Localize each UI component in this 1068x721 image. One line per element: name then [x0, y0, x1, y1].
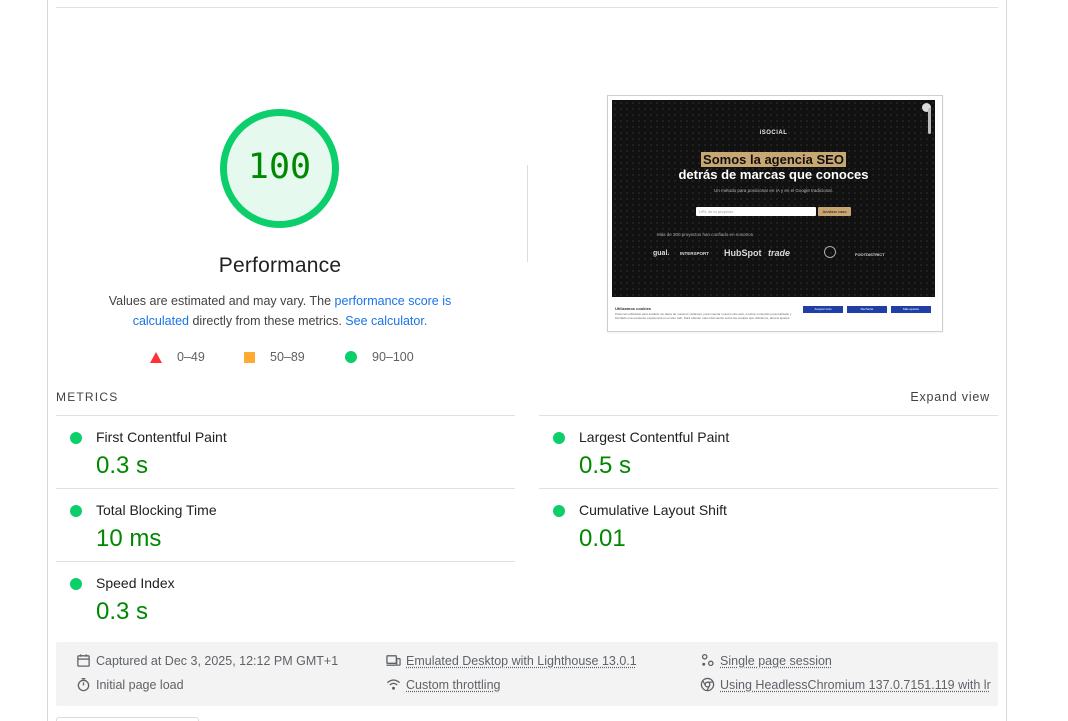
- metrics-heading: METRICS: [56, 390, 119, 404]
- initial-page-load: Initial page load: [76, 677, 184, 692]
- browser-version[interactable]: Using HeadlessChromium 137.0.7151.119 wi…: [700, 677, 991, 692]
- session-icon: [701, 653, 714, 667]
- brand-logo: HubSpot: [724, 248, 762, 258]
- metric-total-blocking-time: Total Blocking Time 10 ms: [56, 489, 496, 561]
- metric-value: 10 ms: [96, 525, 162, 552]
- trust-text: Más de 300 proyectos han confiado en nos…: [657, 232, 754, 237]
- brand-logo: gual.: [653, 250, 670, 257]
- cookie-accept-button: Aceptar todo: [803, 306, 843, 313]
- metric-name: First Contentful Paint: [96, 429, 227, 445]
- url-input: URL de tu proyecto: [696, 207, 816, 216]
- score-description: Values are estimated and may vary. The p…: [96, 291, 464, 331]
- fail-triangle-icon: [150, 351, 162, 363]
- expand-view-toggle[interactable]: Expand view: [910, 390, 990, 404]
- initial-page-load-text: Initial page load: [96, 677, 184, 692]
- average-square-icon: [244, 351, 255, 363]
- cookie-reject-button: Rechazar: [847, 306, 887, 313]
- description-text: Values are estimated and may vary. The: [108, 294, 335, 308]
- site-logo: iSOCIAL: [759, 130, 788, 136]
- vertical-divider: [527, 165, 528, 262]
- metric-name: Speed Index: [96, 575, 175, 591]
- category-title: Performance: [218, 254, 342, 277]
- description-text-2: directly from these metrics.: [189, 314, 346, 328]
- devices-icon: [386, 655, 401, 666]
- brand-logo: FOOTDISTRICT: [855, 252, 885, 257]
- metric-value: 0.01: [579, 525, 626, 552]
- brand-logo-circle: [824, 246, 836, 258]
- legend-item-fail: 0–49: [150, 350, 205, 364]
- stopwatch-icon: [77, 678, 90, 692]
- calendar-icon: [77, 654, 90, 667]
- score-legend: 0–49 50–89 90–100: [148, 350, 438, 368]
- session-type-text: Single page session: [720, 653, 832, 668]
- metric-value: 0.3 s: [96, 598, 149, 625]
- top-divider: [56, 7, 998, 8]
- pass-circle-icon: [553, 432, 565, 444]
- metric-largest-contentful-paint: Largest Contentful Paint 0.5 s: [539, 416, 979, 488]
- score-value: 100: [247, 147, 312, 187]
- pass-circle-icon: [553, 505, 565, 517]
- final-screenshot[interactable]: iSOCIAL Somos la agencia SEO detrás de m…: [607, 95, 943, 332]
- metric-name: Largest Contentful Paint: [579, 429, 730, 445]
- pass-circle-icon: [70, 505, 82, 517]
- chrome-icon: [700, 677, 715, 692]
- metric-cumulative-layout-shift: Cumulative Layout Shift 0.01: [539, 489, 979, 561]
- browser-version-text: Using HeadlessChromium 137.0.7151.119 wi…: [720, 677, 991, 692]
- cookie-title: Utilizamos cookies: [615, 306, 652, 311]
- legend-item-average: 50–89: [244, 350, 305, 364]
- pass-circle-icon: [70, 432, 82, 444]
- legend-label: 0–49: [177, 350, 205, 364]
- legend-item-pass: 90–100: [345, 350, 414, 364]
- session-type[interactable]: Single page session: [700, 653, 832, 668]
- bottom-tab[interactable]: [56, 717, 199, 721]
- throttling-text: Custom throttling: [406, 677, 501, 692]
- metric-name: Cumulative Layout Shift: [579, 502, 727, 518]
- legend-label: 90–100: [372, 350, 414, 364]
- signal-icon: [386, 679, 401, 690]
- metric-name: Total Blocking Time: [96, 502, 217, 518]
- hero-headline-2: detrás de marcas que conoces: [678, 167, 869, 182]
- emulated-device-text: Emulated Desktop with Lighthouse 13.0.1: [406, 653, 637, 668]
- cookie-text: Podemos utilizarlas para analizar los da…: [615, 312, 792, 320]
- metric-value: 0.3 s: [96, 452, 149, 479]
- metric-first-contentful-paint: First Contentful Paint 0.3 s: [56, 416, 496, 488]
- throttling[interactable]: Custom throttling: [386, 677, 500, 692]
- hero-highlight: Somos la agencia SEO: [701, 152, 846, 167]
- captured-at: Captured at Dec 3, 2025, 12:12 PM GMT+1: [76, 653, 338, 668]
- screenshot-hero: iSOCIAL Somos la agencia SEO detrás de m…: [612, 100, 935, 297]
- hero-subtitle: Un método para posicionar en IA y en el …: [714, 188, 833, 193]
- analyze-button: Analizar caso: [818, 207, 851, 216]
- legend-label: 50–89: [270, 350, 305, 364]
- metric-speed-index: Speed Index 0.3 s: [56, 562, 496, 634]
- captured-at-text: Captured at Dec 3, 2025, 12:12 PM GMT+1: [96, 653, 339, 668]
- pass-circle-icon: [70, 578, 82, 590]
- brand-logo: INTERSPORT: [680, 251, 710, 256]
- metric-value: 0.5 s: [579, 452, 632, 479]
- see-calculator-link[interactable]: See calculator.: [345, 314, 427, 328]
- cookie-banner: Utilizamos cookies Podemos utilizarlas p…: [612, 297, 935, 328]
- cookie-settings-button: Más ajustes: [891, 306, 931, 313]
- pass-circle-icon: [345, 351, 357, 363]
- emulated-device[interactable]: Emulated Desktop with Lighthouse 13.0.1: [386, 653, 637, 668]
- brand-logo: trade: [768, 248, 791, 258]
- runtime-settings: Captured at Dec 3, 2025, 12:12 PM GMT+1 …: [56, 642, 998, 706]
